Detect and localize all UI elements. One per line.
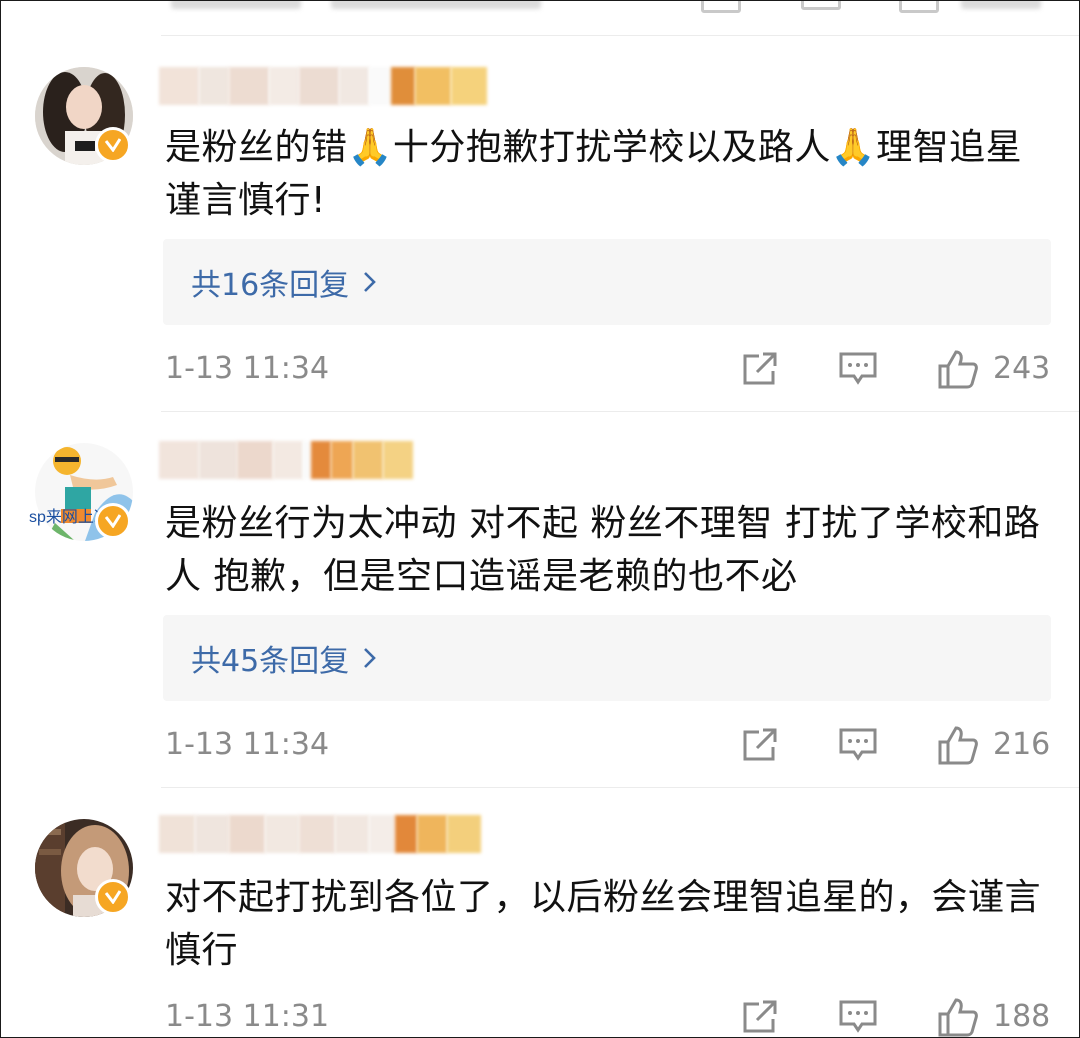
like-count: 243: [993, 351, 1051, 386]
chevron-right-icon: [363, 647, 377, 669]
replies-count-label[interactable]: 共45条回复: [191, 636, 349, 680]
verified-badge-icon: [95, 879, 131, 915]
share-icon[interactable]: [701, 1, 741, 13]
comment-text: 对不起打扰到各位了，以后粉丝会理智追星的，会谨言慎行: [165, 877, 1042, 971]
divider: [161, 411, 1079, 412]
blurred-likes: [961, 1, 1041, 9]
comment-icon[interactable]: [837, 997, 879, 1037]
comment-text: 是粉丝的错🙏十分抱歉打扰学校以及路人🙏理智追星 谨言慎行!: [165, 127, 1023, 221]
comment-icon[interactable]: [837, 349, 879, 389]
like-count: 216: [993, 727, 1051, 762]
comment-text: 是粉丝行为太冲动 对不起 粉丝不理智 打扰了学校和路人 抱歉，但是空口造谣是老赖…: [165, 503, 1041, 597]
replies-link[interactable]: 共45条回复: [163, 615, 1051, 701]
like-icon[interactable]: [937, 349, 979, 389]
share-icon[interactable]: [739, 997, 781, 1037]
comment-feed: 是粉丝的错🙏十分抱歉打扰学校以及路人🙏理智追星 谨言慎行! 共16条回复 1-1…: [0, 0, 1080, 1038]
avatar[interactable]: [35, 67, 133, 165]
share-icon[interactable]: [739, 349, 781, 389]
like-icon[interactable]: [937, 997, 979, 1037]
comment-icon[interactable]: [801, 1, 841, 10]
comment-meta: 1-13 11:34 243: [1, 345, 1079, 395]
blurred-time: [171, 1, 301, 9]
comment-meta: 1-13 11:34 216: [1, 721, 1079, 771]
comment-time: 1-13 11:34: [165, 727, 330, 762]
replies-link[interactable]: 共16条回复: [163, 239, 1051, 325]
avatar[interactable]: sp来网上冲浪: [29, 443, 133, 541]
comment-time: 1-13 11:34: [165, 351, 330, 386]
comment-time: 1-13 11:31: [165, 999, 330, 1034]
replies-count-label[interactable]: 共16条回复: [191, 260, 349, 304]
avatar[interactable]: [35, 819, 133, 917]
chevron-right-icon: [363, 271, 377, 293]
previous-comment-meta: [1, 1, 1079, 35]
like-icon[interactable]: [899, 1, 939, 13]
like-count: 188: [993, 999, 1051, 1034]
comment-icon[interactable]: [837, 725, 879, 765]
blurred-text: [331, 1, 541, 9]
verified-badge-icon: [95, 503, 131, 539]
like-icon[interactable]: [937, 725, 979, 765]
divider: [161, 35, 1079, 36]
share-icon[interactable]: [739, 725, 781, 765]
verified-badge-icon: [95, 127, 131, 163]
divider: [161, 787, 1079, 788]
blurred-username[interactable]: [159, 441, 413, 479]
comment-meta: 1-13 11:31 188: [1, 993, 1079, 1037]
blurred-username[interactable]: [159, 67, 487, 105]
blurred-username[interactable]: [159, 815, 481, 853]
